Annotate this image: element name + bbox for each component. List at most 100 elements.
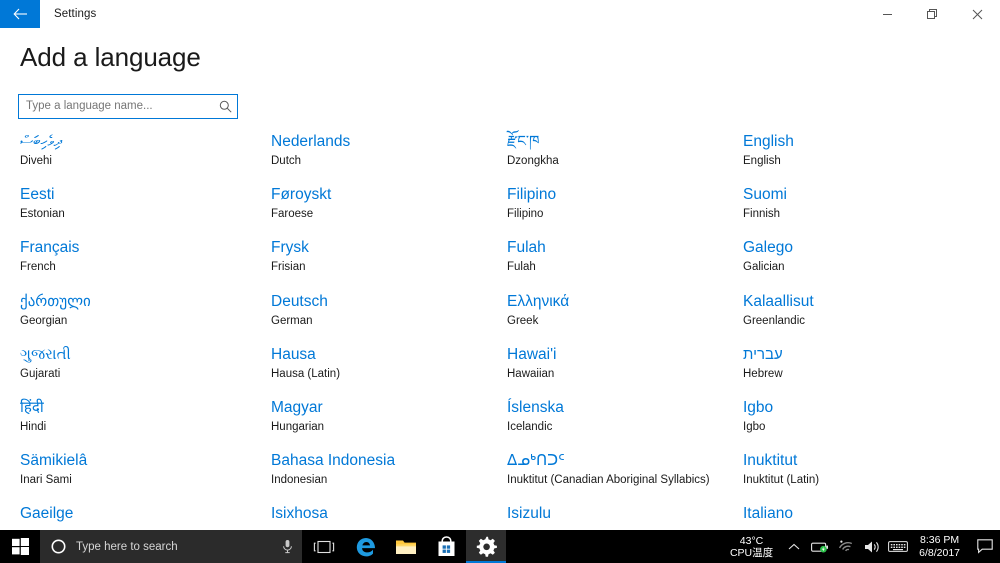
cortana-circle-icon[interactable] bbox=[40, 539, 76, 554]
minimize-button[interactable] bbox=[865, 0, 910, 28]
language-english-name: Greek bbox=[507, 314, 539, 327]
language-native-name: Eesti bbox=[20, 186, 55, 204]
clock-time: 8:36 PM bbox=[920, 533, 960, 546]
language-english-name: Gujarati bbox=[20, 367, 61, 380]
settings-window: Settings Add a language Type a language … bbox=[0, 0, 1000, 563]
language-item[interactable]: Íslenska Icelandic bbox=[487, 396, 723, 449]
language-english-name: Hindi bbox=[20, 420, 47, 433]
language-item[interactable]: Filipino Filipino bbox=[487, 183, 723, 236]
language-english-name: Icelandic bbox=[507, 420, 553, 433]
search-input[interactable] bbox=[19, 96, 213, 117]
language-native-name: ગુજરાતી bbox=[20, 345, 71, 363]
language-item[interactable]: ᐃᓄᒃᑎᑐᑦ Inuktitut (Canadian Aboriginal Syl… bbox=[487, 449, 723, 502]
language-item[interactable]: Bahasa Indonesia Indonesian bbox=[251, 449, 487, 502]
language-row: Français French Frysk Frisian Fulah Fulah Gale… bbox=[0, 236, 1000, 289]
language-item[interactable]: Isixhosa bbox=[251, 502, 487, 530]
language-native-name: Nederlands bbox=[271, 133, 351, 150]
taskbar-app-settings[interactable] bbox=[466, 530, 506, 563]
touch-keyboard-button[interactable] bbox=[885, 530, 911, 563]
restore-icon bbox=[927, 8, 937, 19]
language-english-name: Hausa (Latin) bbox=[271, 367, 341, 380]
language-native-name: Filipino bbox=[507, 186, 557, 204]
start-button[interactable] bbox=[0, 530, 40, 563]
language-english-name: Hawaiian bbox=[507, 367, 555, 380]
microphone-icon[interactable] bbox=[272, 539, 302, 554]
language-list[interactable]: ދިވެހިބަސް Divehi Nederlands Dutch རྫོང་ཁ Dzo… bbox=[0, 130, 1000, 530]
language-item[interactable]: עברית Hebrew bbox=[723, 343, 1000, 396]
taskbar-search-placeholder: Type here to search bbox=[76, 540, 178, 553]
language-english-name: Hungarian bbox=[271, 420, 325, 433]
language-item[interactable]: हिंदी Hindi bbox=[0, 396, 251, 449]
language-item[interactable]: Français French bbox=[0, 236, 251, 289]
language-english-name: Inari Sami bbox=[20, 474, 72, 487]
language-native-name: Fulah bbox=[507, 239, 546, 257]
language-native-name: Magyar bbox=[271, 398, 323, 416]
language-row: Sämikielâ Inari Sami Bahasa Indonesia Indon… bbox=[0, 449, 1000, 502]
taskbar-app-microsoft-edge[interactable] bbox=[346, 530, 386, 563]
restore-button[interactable] bbox=[910, 0, 955, 28]
close-button[interactable] bbox=[955, 0, 1000, 28]
language-item[interactable]: Eesti Estonian bbox=[0, 183, 251, 236]
network-status-button[interactable] bbox=[833, 530, 859, 563]
language-native-name: Isixhosa bbox=[271, 505, 328, 523]
taskbar-spacer bbox=[506, 530, 722, 563]
language-item[interactable]: Suomi Finnish bbox=[723, 183, 1000, 236]
language-item[interactable]: ދިވެހިބަސް Divehi bbox=[0, 130, 251, 183]
language-item[interactable]: English English bbox=[723, 130, 1000, 183]
language-native-name: Suomi bbox=[743, 186, 787, 204]
action-center-button[interactable] bbox=[970, 530, 1000, 563]
language-native-name: Igbo bbox=[743, 398, 774, 416]
taskbar-search-box[interactable]: Type here to search bbox=[40, 530, 302, 563]
language-item[interactable]: Gaeilge bbox=[0, 502, 251, 530]
search-icon[interactable] bbox=[213, 96, 237, 117]
language-item[interactable]: Hawai'i Hawaiian bbox=[487, 343, 723, 396]
title-bar: Settings bbox=[0, 0, 1000, 28]
language-row: ગુજરાતી Gujarati Hausa Hausa (Latin) Hawai'i… bbox=[0, 343, 1000, 396]
taskbar-app-microsoft-store[interactable] bbox=[426, 530, 466, 563]
language-item[interactable]: Føroyskt Faroese bbox=[251, 183, 487, 236]
taskbar-app-file-explorer[interactable] bbox=[386, 530, 426, 563]
language-item[interactable]: Isizulu bbox=[487, 502, 723, 530]
language-native-name: Français bbox=[20, 239, 80, 257]
language-item[interactable]: Igbo Igbo bbox=[723, 396, 1000, 449]
gear-icon bbox=[476, 536, 497, 557]
speaker-icon bbox=[864, 541, 879, 552]
language-native-name: Deutsch bbox=[271, 292, 328, 310]
mic-glyph-icon bbox=[282, 540, 292, 554]
language-item[interactable]: Nederlands Dutch bbox=[251, 130, 487, 183]
cpu-temp-indicator[interactable]: 43°C CPU温度 bbox=[722, 535, 781, 559]
language-item[interactable]: Italiano bbox=[723, 502, 1000, 530]
back-arrow-icon bbox=[12, 8, 27, 20]
language-item[interactable]: Fulah Fulah bbox=[487, 236, 723, 289]
language-item[interactable]: Hausa Hausa (Latin) bbox=[251, 343, 487, 396]
language-item[interactable]: Frysk Frisian bbox=[251, 236, 487, 289]
language-item[interactable]: Inuktitut Inuktitut (Latin) bbox=[723, 449, 1000, 502]
language-item[interactable]: Galego Galician bbox=[723, 236, 1000, 289]
back-button[interactable] bbox=[0, 0, 40, 28]
language-english-name: Igbo bbox=[743, 420, 766, 433]
language-native-name: Bahasa Indonesia bbox=[271, 452, 396, 470]
magnifier-icon bbox=[219, 100, 232, 113]
language-english-name: Faroese bbox=[271, 208, 314, 221]
language-native-name: עברית bbox=[743, 345, 783, 363]
language-english-name: Fulah bbox=[507, 261, 536, 274]
language-item[interactable]: Deutsch German bbox=[251, 290, 487, 343]
edge-icon bbox=[356, 537, 375, 556]
language-english-name: Galician bbox=[743, 261, 785, 274]
language-item[interactable]: Kalaallisut Greenlandic bbox=[723, 290, 1000, 343]
language-item[interactable]: Sämikielâ Inari Sami bbox=[0, 449, 251, 502]
language-search-box[interactable] bbox=[18, 94, 238, 119]
language-item[interactable]: Magyar Hungarian bbox=[251, 396, 487, 449]
battery-status-button[interactable] bbox=[807, 530, 833, 563]
show-hidden-icons-button[interactable] bbox=[781, 543, 807, 551]
language-native-name: ქართული bbox=[20, 292, 91, 310]
language-item[interactable]: རྫོང་ཁ Dzongkha bbox=[487, 130, 723, 183]
task-view-button[interactable] bbox=[302, 530, 346, 563]
language-item[interactable]: Ελληνικά Greek bbox=[487, 290, 723, 343]
language-item[interactable]: ქართული Georgian bbox=[0, 290, 251, 343]
volume-button[interactable] bbox=[859, 530, 885, 563]
language-english-name: Greenlandic bbox=[743, 314, 806, 327]
clock[interactable]: 8:36 PM 6/8/2017 bbox=[911, 534, 970, 560]
language-item[interactable]: ગુજરાતી Gujarati bbox=[0, 343, 251, 396]
language-english-name: Georgian bbox=[20, 314, 68, 327]
